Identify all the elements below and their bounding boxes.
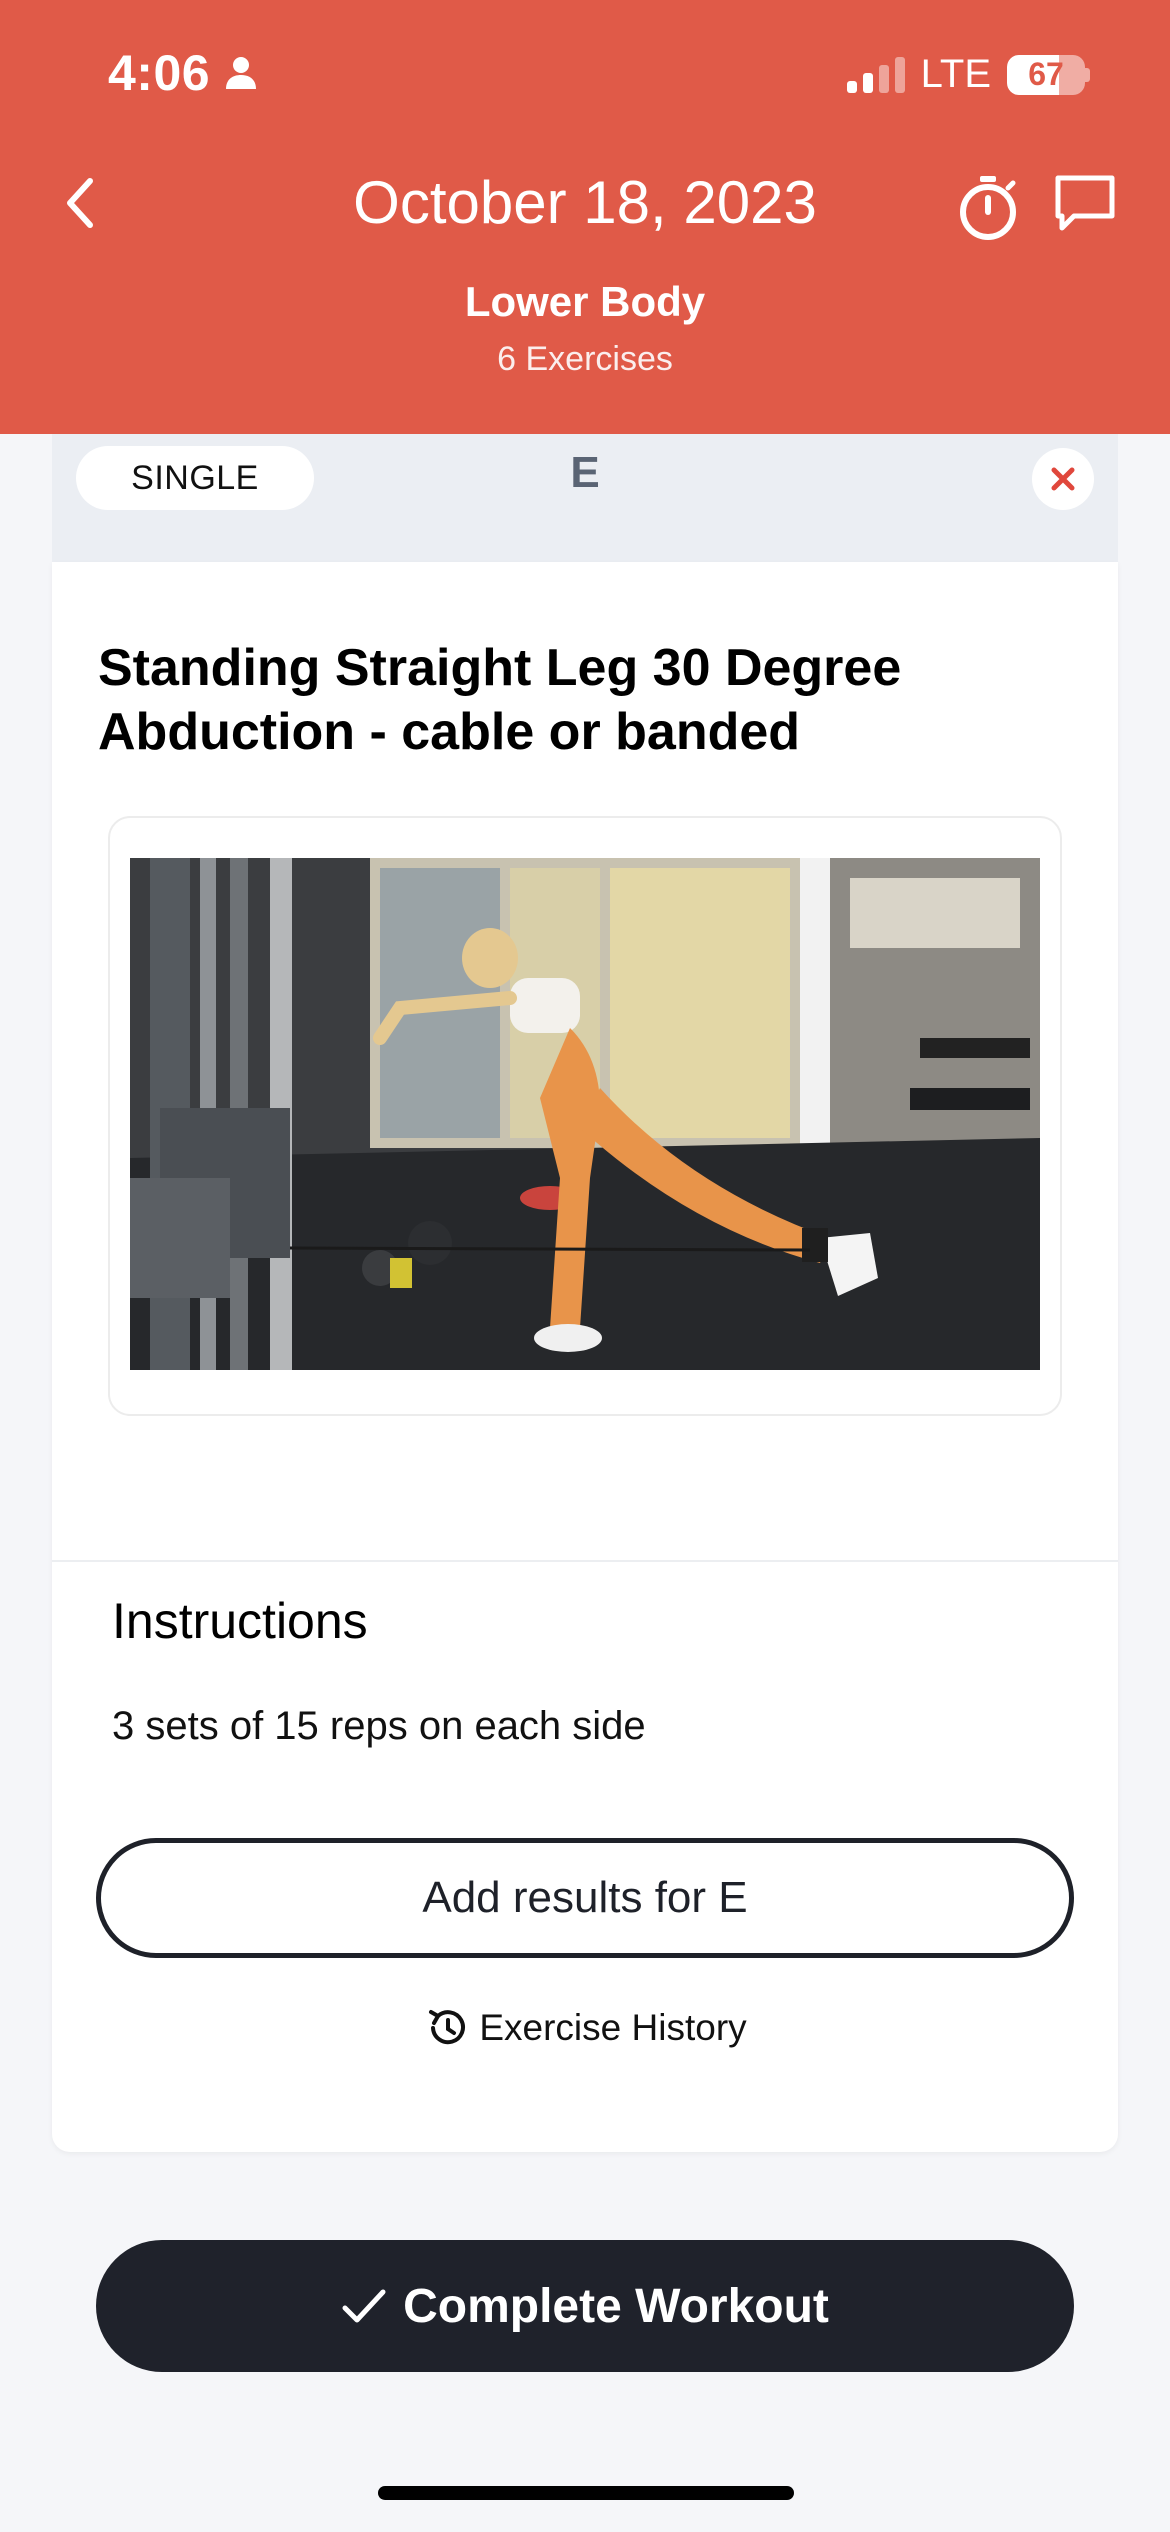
gym-photo-illustration xyxy=(130,858,1040,1370)
battery-icon: 67 xyxy=(1007,54,1085,95)
app-header: 4:06 LTE 67 October 18, 2023 Lower Body … xyxy=(0,0,1170,434)
exercise-letter: E xyxy=(570,448,600,497)
close-icon xyxy=(1051,467,1075,491)
add-results-label: Add results for E xyxy=(422,1873,748,1922)
chat-bubble-icon xyxy=(1055,175,1115,231)
instructions-heading: Instructions xyxy=(112,1593,368,1649)
exercise-history-label: Exercise History xyxy=(479,2007,747,2048)
time-text: 4:06 xyxy=(108,45,211,101)
exercise-title: Standing Straight Leg 30 Degree Abductio… xyxy=(98,639,902,761)
add-results-button[interactable]: Add results for E xyxy=(96,1838,1074,1958)
instructions-text: 3 sets of 15 reps on each side xyxy=(112,1704,646,1748)
battery-percent: 67 xyxy=(1028,56,1064,92)
chat-button[interactable] xyxy=(1052,172,1122,242)
exercise-video-thumbnail[interactable] xyxy=(130,858,1040,1370)
person-icon xyxy=(226,57,257,89)
exercise-history-link[interactable]: Exercise History xyxy=(0,2004,1170,2052)
stopwatch-icon xyxy=(960,176,1016,240)
timer-button[interactable] xyxy=(956,172,1026,242)
section-divider xyxy=(52,1560,1118,1562)
complete-workout-label: Complete Workout xyxy=(403,2279,829,2333)
status-bar-time: 4:06 xyxy=(108,44,258,102)
history-clock-icon xyxy=(429,2010,466,2045)
home-indicator[interactable] xyxy=(378,2486,794,2500)
checkmark-icon xyxy=(342,2289,386,2323)
status-bar-right: LTE 67 xyxy=(846,52,1090,97)
complete-workout-button[interactable]: Complete Workout xyxy=(96,2240,1074,2372)
exercise-count: 6 Exercises xyxy=(497,340,673,378)
signal-icon xyxy=(846,56,905,93)
remove-exercise-button[interactable] xyxy=(1032,448,1094,510)
network-label: LTE xyxy=(920,52,991,96)
workout-name: Lower Body xyxy=(464,278,706,325)
